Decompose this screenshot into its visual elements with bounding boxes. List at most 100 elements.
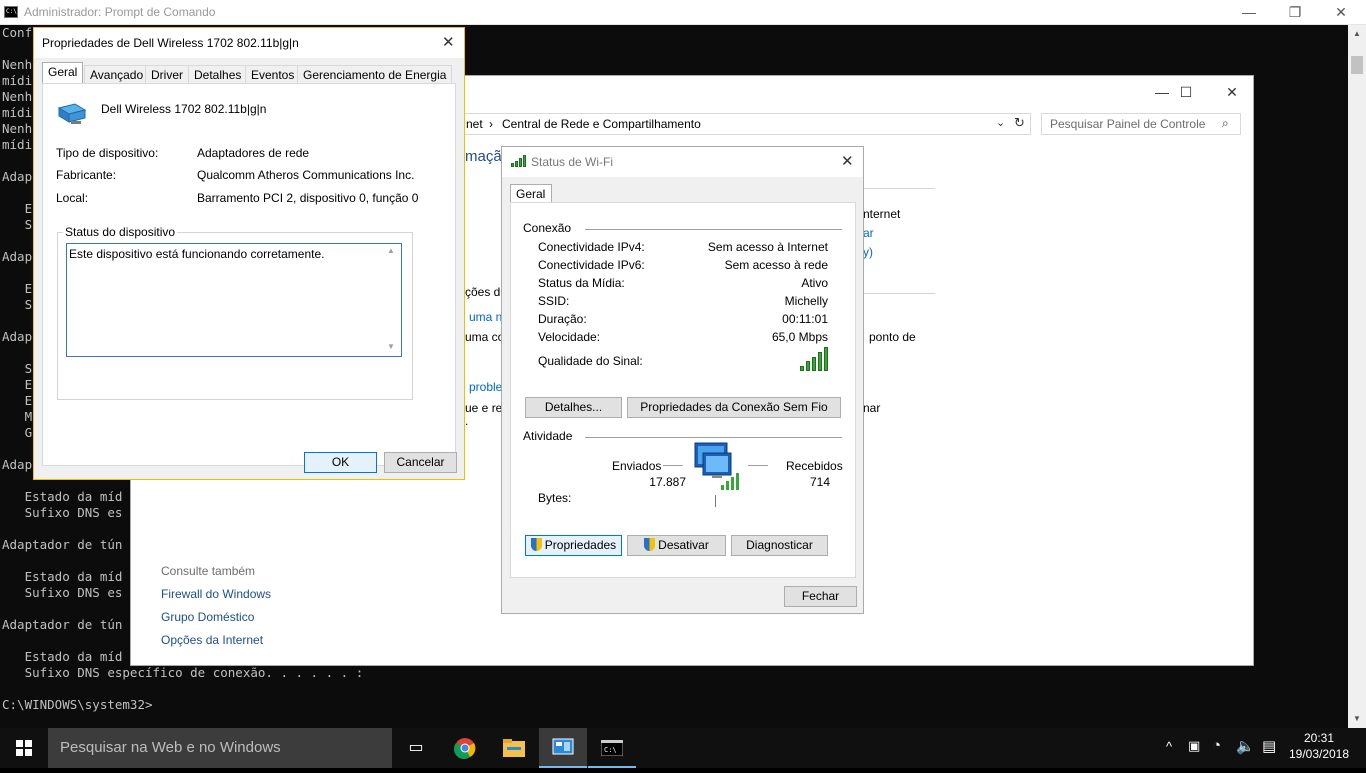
field-label: Tipo de dispositivo: xyxy=(56,146,159,160)
chevron-down-icon[interactable]: ⌄ xyxy=(996,116,1005,129)
uac-shield-icon xyxy=(644,538,656,551)
scroll-down-icon[interactable]: ▼ xyxy=(1348,710,1366,727)
disable-button[interactable]: Desativar xyxy=(627,535,726,556)
homegroup-link[interactable]: Grupo Doméstico xyxy=(161,610,254,624)
refresh-icon[interactable]: ↻ xyxy=(1014,115,1025,131)
divider xyxy=(861,188,935,189)
clock-time: 20:31 xyxy=(1303,731,1335,745)
signal-quality-icon xyxy=(800,347,828,371)
details-button[interactable]: Detalhes... xyxy=(525,397,622,418)
props-title: Propriedades de Dell Wireless 1702 802.1… xyxy=(42,36,299,50)
sent-bytes-value: 17.887 xyxy=(649,475,686,489)
row-label: Conectividade IPv4: xyxy=(538,240,645,254)
field-label: Local: xyxy=(56,191,89,205)
link-fragment[interactable]: uma n xyxy=(469,310,502,324)
device-name: Dell Wireless 1702 802.11b|g|n xyxy=(101,102,267,116)
action-center-icon[interactable]: ▤ xyxy=(1262,737,1276,755)
ipv6-value: Sem acesso à rede xyxy=(724,258,828,272)
control-panel-icon[interactable] xyxy=(539,728,587,768)
row-label: SSID: xyxy=(538,294,570,308)
chevron-up-icon[interactable]: ^ xyxy=(1166,739,1172,754)
close-icon[interactable]: ✕ xyxy=(1209,80,1255,105)
props-titlebar[interactable]: Propriedades de Dell Wireless 1702 802.1… xyxy=(34,28,464,58)
volume-icon[interactable]: 🔈 xyxy=(1236,737,1255,755)
field-value: Barramento PCI 2, dispositivo 0, função … xyxy=(197,191,419,205)
file-explorer-icon[interactable] xyxy=(490,728,538,768)
cmd-taskbar-icon[interactable]: C:\ xyxy=(588,728,636,768)
text-fragment: . xyxy=(465,414,469,428)
media-status-value: Ativo xyxy=(801,276,828,290)
close-icon[interactable]: ✕ xyxy=(442,33,455,51)
cmd-title: Administrador: Prompt de Comando xyxy=(24,5,216,19)
divider xyxy=(748,465,768,466)
received-bytes-value: 714 xyxy=(809,475,830,489)
props-panel: Dell Wireless 1702 802.11b|g|n Tipo de d… xyxy=(42,83,456,466)
network-activity-icon xyxy=(691,441,743,491)
close-icon[interactable]: ✕ xyxy=(841,152,854,170)
maximize-icon[interactable]: ☐ xyxy=(1163,80,1209,105)
search-icon[interactable]: ⌕ xyxy=(1222,116,1229,131)
task-view-icon[interactable]: ▭ xyxy=(392,728,440,768)
wifi-tray-icon[interactable]: ◔ xyxy=(1212,737,1221,754)
minimize-icon[interactable]: — xyxy=(1226,0,1272,25)
divider xyxy=(663,465,683,466)
text-fragment: nternet xyxy=(863,207,901,221)
internet-options-link[interactable]: Opções da Internet xyxy=(161,633,263,647)
address-prefix: net xyxy=(466,117,483,131)
connection-heading: Conexão xyxy=(523,221,572,235)
signal-label: Qualidade do Sinal: xyxy=(538,354,643,368)
link-fragment[interactable]: y) xyxy=(863,245,873,259)
ipv4-value: Sem acesso à Internet xyxy=(707,240,828,254)
cmd-icon: C:\ xyxy=(4,6,18,18)
scroll-down-icon[interactable]: ▼ xyxy=(387,342,395,351)
text-fragment: ue e re xyxy=(465,401,503,415)
ssid-value: Michelly xyxy=(784,294,828,308)
address-bar[interactable]: net › Central de Rede e Compartilhamento… xyxy=(461,113,1031,135)
link-fragment[interactable]: ar xyxy=(863,226,874,240)
sent-label: Enviados xyxy=(612,459,662,473)
taskbar-clock[interactable]: 20:31 19/03/2018 xyxy=(1284,730,1354,762)
firewall-link[interactable]: Firewall do Windows xyxy=(161,587,271,601)
network-adapter-tray-icon[interactable]: ▣ xyxy=(1188,738,1200,754)
divider xyxy=(585,437,842,438)
scroll-thumb[interactable] xyxy=(1351,56,1363,74)
wifi-title: Status de Wi-Fi xyxy=(531,155,614,169)
svg-text:C:\: C:\ xyxy=(604,746,617,754)
cmd-scrollbar[interactable] xyxy=(1348,25,1366,728)
bytes-label: Bytes: xyxy=(538,491,572,505)
breadcrumb[interactable]: Central de Rede e Compartilhamento xyxy=(502,117,701,131)
text-fragment: uma co xyxy=(465,330,505,344)
divider xyxy=(861,293,935,294)
properties-label: Propriedades xyxy=(544,538,617,552)
status-textarea[interactable]: Este dispositivo está funcionando corret… xyxy=(66,243,402,357)
row-label: Conectividade IPv6: xyxy=(538,258,645,272)
scroll-up-icon[interactable]: ▲ xyxy=(387,246,395,255)
wifi-titlebar[interactable]: Status de Wi-Fi ✕ xyxy=(502,147,863,177)
diagnose-button[interactable]: Diagnosticar xyxy=(731,535,828,556)
chrome-icon[interactable] xyxy=(441,728,489,768)
maximize-icon[interactable]: ❐ xyxy=(1272,0,1318,25)
row-label: Velocidade: xyxy=(538,330,601,344)
search-input[interactable]: Pesquisar Painel de Controle ⌕ xyxy=(1041,113,1241,135)
speed-value: 65,0 Mbps xyxy=(771,330,828,344)
breadcrumb-chevron-icon: › xyxy=(489,117,493,131)
scroll-up-icon[interactable]: ▲ xyxy=(1348,25,1366,42)
windows-start-icon[interactable] xyxy=(0,728,48,768)
network-adapter-icon xyxy=(57,102,87,124)
field-value: Qualcomm Atheros Communications Inc. xyxy=(197,168,415,182)
search-placeholder: Pesquisar Painel de Controle xyxy=(1050,117,1206,131)
link-fragment[interactable]: proble xyxy=(469,380,502,394)
activity-heading: Atividade xyxy=(523,429,573,443)
properties-button[interactable]: Propriedades xyxy=(525,535,622,556)
text-fragment: ponto de xyxy=(869,330,916,344)
wifi-signal-icon xyxy=(511,155,527,167)
ok-button[interactable]: OK xyxy=(304,452,377,473)
cmd-titlebar[interactable]: C:\ Administrador: Prompt de Comando — ❐… xyxy=(0,0,1366,25)
close-button[interactable]: Fechar xyxy=(784,586,857,607)
close-icon[interactable]: ✕ xyxy=(1318,0,1364,25)
cancel-button[interactable]: Cancelar xyxy=(384,452,457,473)
taskbar-search[interactable]: Pesquisar na Web e no Windows xyxy=(48,728,392,768)
clock-date: 19/03/2018 xyxy=(1288,747,1350,761)
field-value: Adaptadores de rede xyxy=(197,146,310,160)
wireless-properties-button[interactable]: Propriedades da Conexão Sem Fio xyxy=(627,397,841,418)
